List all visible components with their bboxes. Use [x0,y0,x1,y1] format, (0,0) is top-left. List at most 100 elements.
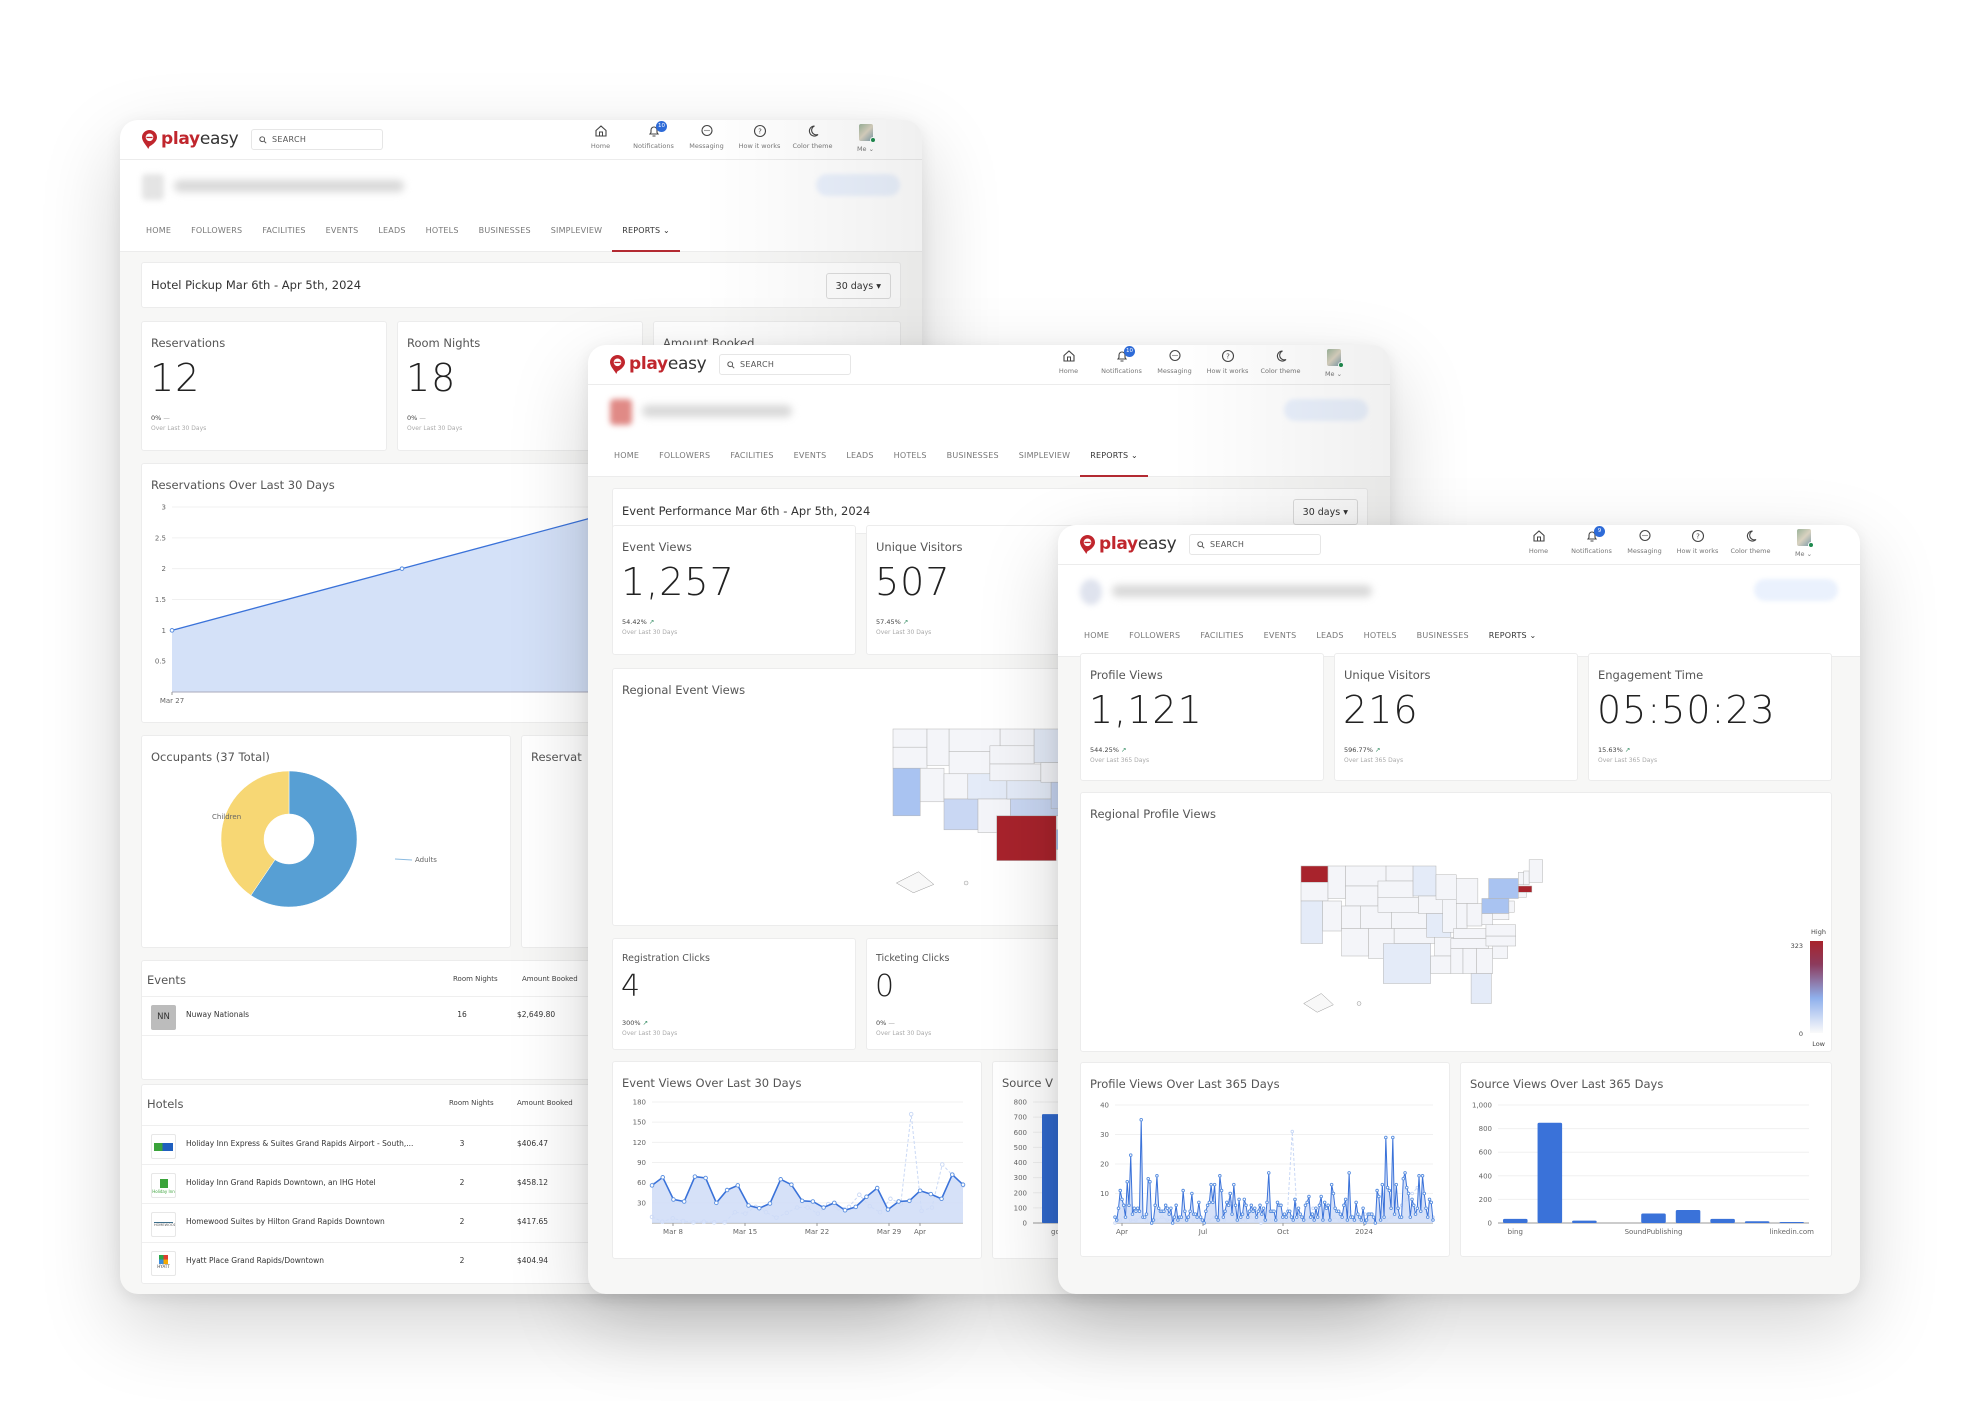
y-tick-label: 30 [637,1199,646,1207]
nav-notifications-label: Notifications [1571,547,1612,555]
tab-reports[interactable]: REPORTS ⌄ [1478,615,1547,657]
tab-hotels[interactable]: HOTELS [884,435,937,477]
tab-reports[interactable]: REPORTS ⌄ [612,210,680,252]
chart-title: Source Views Over Last 365 Days [1470,1077,1664,1091]
y-tick-label: 0.5 [155,658,166,666]
data-point [1244,1203,1248,1208]
tab-leads[interactable]: LEADS [368,210,415,252]
tab-followers[interactable]: FOLLOWERS [649,435,720,477]
nav-color-theme[interactable]: Color theme [786,124,839,153]
nav-notifications[interactable]: 10 Notifications [627,121,680,153]
search-input[interactable]: SEARCH [251,129,383,150]
hotel-name[interactable]: Homewood Suites by Hilton Grand Rapids D… [186,1217,385,1226]
amount-booked-value: $458.12 [517,1178,549,1187]
nav-me[interactable]: Me ⌄ [1307,349,1360,378]
nav-home[interactable]: Home [574,124,627,153]
tab-businesses[interactable]: BUSINESSES [937,435,1009,477]
y-tick-label: 3 [162,504,166,512]
tab-hotels[interactable]: HOTELS [416,210,469,252]
view-public-profile-button[interactable] [1754,579,1838,601]
tab-followers[interactable]: FOLLOWERS [1119,615,1190,657]
tab-businesses[interactable]: BUSINESSES [469,210,541,252]
stat-value: 4 [621,969,642,1004]
tab-home[interactable]: HOME [136,210,181,252]
room-nights-value: 16 [457,1010,467,1019]
logo-easy-text: easy [199,129,239,149]
stat-delta-value: 57.45% [876,618,901,626]
stat-period: Over Last 30 Days [622,629,678,636]
data-point [928,1191,934,1197]
tab-home[interactable]: HOME [1074,615,1119,657]
tab-events[interactable]: EVENTS [1254,615,1307,657]
y-tick-label: 2 [162,565,166,573]
tab-simpleview[interactable]: SIMPLEVIEW [541,210,612,252]
range-dropdown[interactable]: 30 days ▾ [825,273,891,299]
nav-how-it-works[interactable]: ? How it works [1671,529,1724,558]
data-point [1142,1215,1147,1219]
nav-messaging[interactable]: Messaging [1148,349,1201,378]
nav-home[interactable]: Home [1512,529,1565,558]
bar-bing [1503,1218,1528,1223]
tab-simpleview[interactable]: SIMPLEVIEW [1009,435,1080,477]
data-point [1326,1203,1330,1208]
data-point [1170,1221,1175,1225]
tab-events[interactable]: EVENTS [316,210,369,252]
flat-trend-icon: — [419,414,426,422]
nav-notifications[interactable]: 10 Notifications [1095,346,1148,378]
nav-me[interactable]: Me ⌄ [1777,529,1830,558]
tab-leads[interactable]: LEADS [1306,615,1353,657]
nav-how-it-works[interactable]: ? How it works [733,124,786,153]
source-views-bar-chart-card: Source Views Over Last 365 Days 0 200 400 6… [1460,1062,1832,1257]
data-point [1253,1206,1257,1210]
x-tick-label: bing [1508,1228,1523,1236]
hotel-name[interactable]: Holiday Inn Express & Suites Grand Rapid… [186,1139,413,1148]
playeasy-logo[interactable]: playeasy [1080,534,1177,554]
tab-facilities[interactable]: FACILITIES [1190,615,1253,657]
hotel-name[interactable]: Hyatt Place Grand Rapids/Downtown [186,1256,324,1265]
stat-delta: 544.25% ↗ [1090,746,1126,754]
nav-home[interactable]: Home [1042,349,1095,378]
nav-color-theme[interactable]: Color theme [1254,349,1307,378]
stat-title: Room Nights [407,336,481,350]
search-input[interactable]: SEARCH [719,354,851,375]
nav-color-theme[interactable]: Color theme [1724,529,1777,558]
data-point [1289,1215,1294,1219]
tab-facilities[interactable]: FACILITIES [720,435,783,477]
playeasy-logo[interactable]: playeasy [610,354,707,374]
playeasy-logo[interactable]: playeasy [142,129,239,149]
moon-icon [1276,350,1286,362]
search-input[interactable]: SEARCH [1189,534,1321,555]
chart-title: Occupants (37 Total) [151,750,270,764]
data-point [1204,1209,1208,1213]
tab-facilities[interactable]: FACILITIES [252,210,315,252]
data-point [746,1203,751,1208]
nav-me[interactable]: Me ⌄ [839,124,892,153]
nav-messaging[interactable]: Messaging [680,124,733,153]
tab-leads[interactable]: LEADS [836,435,883,477]
view-public-profile-button[interactable] [816,174,900,196]
tab-home[interactable]: HOME [604,435,649,477]
tab-followers[interactable]: FOLLOWERS [181,210,252,252]
stat-delta: 300% ↗ [622,1019,648,1027]
stat-card-profile-views: Profile Views 1,121 544.25% ↗ Over Last … [1080,653,1324,781]
event-views-chart: 30 60 90 120 150 180 Mar 8 Mar 15 Mar 22 Mar 29 Ap… [633,1099,966,1236]
state-ky [1453,928,1487,939]
data-point [1387,1188,1392,1193]
data-point [1181,1188,1185,1193]
tab-hotels[interactable]: HOTELS [1354,615,1407,657]
tab-reports[interactable]: REPORTS ⌄ [1080,435,1148,477]
data-point [399,566,405,571]
event-name[interactable]: Nuway Nationals [186,1010,249,1019]
nav-notifications[interactable]: 9 Notifications [1565,526,1618,558]
nav-how-it-works[interactable]: ? How it works [1201,349,1254,378]
nav-messaging[interactable]: Messaging [1618,529,1671,558]
y-tick-label: 1.5 [155,596,166,604]
y-tick-label: 180 [633,1099,646,1107]
tab-businesses[interactable]: BUSINESSES [1407,615,1479,657]
hotel-name[interactable]: Holiday Inn Grand Rapids Downtown, an IH… [186,1178,376,1187]
tab-events[interactable]: EVENTS [784,435,837,477]
view-event-button[interactable] [1284,399,1368,421]
nav-notifications-label: Notifications [1101,367,1142,375]
nav-how-it-works-label: How it works [1676,547,1719,555]
range-dropdown[interactable]: 30 days ▾ [1292,499,1358,525]
